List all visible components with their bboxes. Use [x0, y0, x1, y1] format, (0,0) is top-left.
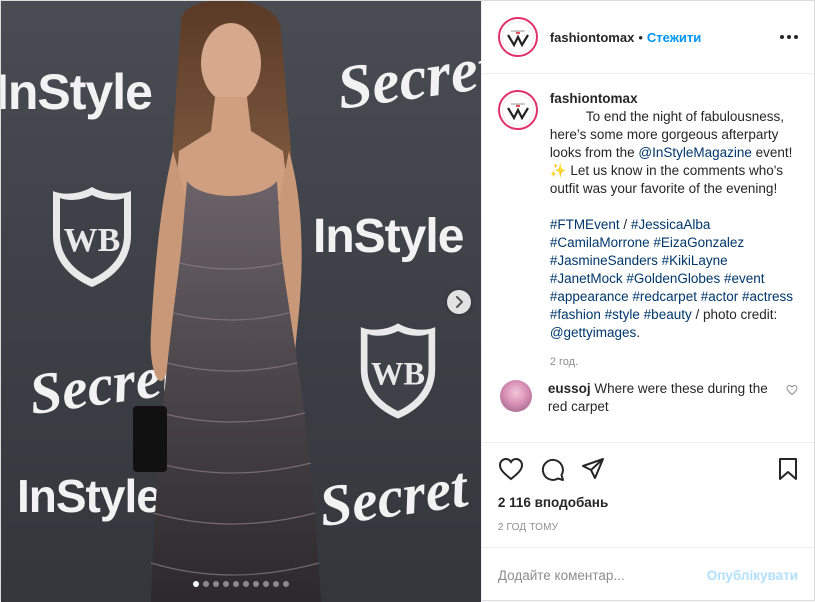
hashtag[interactable]: #appearance — [550, 289, 629, 304]
hashtag[interactable]: #JanetMock — [550, 271, 623, 286]
caption-avatar[interactable]: FASHION — [497, 90, 538, 130]
action-icons — [498, 447, 798, 491]
comment-icon[interactable] — [540, 457, 565, 482]
hashtag[interactable]: #FTMEvent — [550, 217, 620, 232]
share-icon[interactable] — [581, 457, 605, 481]
post-dialog: InStyle Secret InStyle Secret InStyle Se… — [0, 0, 815, 602]
hashtag[interactable]: #CamilaMorrone — [550, 235, 650, 250]
hashtag[interactable]: #EizaGonzalez — [653, 235, 744, 250]
header-separator: • — [638, 29, 643, 45]
person-figure — [133, 1, 321, 602]
hashtag[interactable]: #style — [605, 307, 640, 322]
credit-end: . — [636, 325, 641, 340]
post-header: FASHION fashiontomax • Стежити — [481, 1, 814, 74]
wb-shield-logo-right: WB — [360, 323, 436, 419]
like-heart-icon[interactable] — [498, 457, 524, 481]
comment-text: eussoj Where were these during the red c… — [548, 380, 778, 416]
comment-input[interactable] — [497, 567, 707, 583]
carousel-dot — [192, 581, 199, 587]
carousel-dot — [202, 581, 209, 587]
caption: FASHION fashiontomax To end the night of… — [497, 90, 798, 342]
comment-item: eussoj Where were these during the red c… — [498, 380, 798, 416]
post-sidebar: FASHION fashiontomax • Стежити FASHION f… — [480, 1, 814, 602]
chevron-right-icon — [456, 296, 463, 308]
hashtag[interactable]: #KikiLayne — [662, 253, 728, 268]
comment-like-icon[interactable] — [786, 384, 798, 396]
hashtag[interactable]: #beauty — [644, 307, 692, 322]
carousel-dot — [222, 581, 229, 587]
svg-text:WB: WB — [371, 356, 425, 392]
svg-text:WB: WB — [64, 222, 121, 259]
hashtag[interactable]: #JessicaAlba — [631, 217, 711, 232]
carousel-dot — [212, 581, 219, 587]
follow-button[interactable]: Стежити — [647, 30, 701, 45]
carousel-dot — [232, 581, 239, 587]
likes-count[interactable]: 2 116 вподобань — [498, 495, 798, 510]
carousel-next-button[interactable] — [447, 290, 471, 314]
hashtag[interactable]: #GoldenGlobes — [626, 271, 720, 286]
comment-avatar[interactable] — [499, 380, 532, 412]
carousel-dot — [272, 581, 279, 587]
carousel-dot — [282, 581, 289, 587]
more-dots-icon — [780, 35, 784, 39]
add-comment-bar: Опублікувати — [481, 547, 814, 602]
save-bookmark-icon[interactable] — [778, 457, 798, 481]
fashiontomax-logo-icon: FASHION — [506, 29, 529, 47]
credit-text: photo credit: — [702, 307, 778, 322]
hashtag[interactable]: #actor — [701, 289, 739, 304]
carousel-dot — [252, 581, 259, 587]
post-actions: 2 116 вподобань 2 ГОД ТОМУ — [481, 442, 814, 547]
header-username[interactable]: fashiontomax — [550, 30, 635, 45]
post-timestamp[interactable]: 2 ГОД ТОМУ — [498, 522, 798, 533]
fashiontomax-logo-icon: FASHION — [506, 102, 529, 120]
comment-username[interactable]: eussoj — [548, 381, 591, 396]
carousel-dot — [242, 581, 249, 587]
more-options-button[interactable] — [780, 35, 798, 39]
carousel-indicators — [1, 581, 481, 587]
hashtag[interactable]: #redcarpet — [632, 289, 697, 304]
carousel-dot — [262, 581, 269, 587]
credit-slash: / — [691, 307, 703, 322]
credit-mention[interactable]: @gettyimages — [550, 325, 637, 340]
publish-button[interactable]: Опублікувати — [707, 568, 798, 583]
caption-time[interactable]: 2 год. — [550, 356, 798, 368]
caption-username[interactable]: fashiontomax — [550, 90, 798, 108]
caption-text: fashiontomax To end the night of fabulou… — [550, 90, 798, 342]
hashtag[interactable]: #event — [724, 271, 765, 286]
post-image[interactable]: InStyle Secret InStyle Secret InStyle Se… — [1, 1, 481, 602]
hashtag[interactable]: #fashion — [550, 307, 601, 322]
hashtag[interactable]: #actress — [742, 289, 793, 304]
caption-mention[interactable]: @InStyleMagazine — [638, 145, 752, 160]
comments-section: FASHION fashiontomax To end the night of… — [482, 74, 814, 442]
hashtag[interactable]: #JasmineSanders — [550, 253, 658, 268]
avatar[interactable]: FASHION — [497, 17, 538, 57]
